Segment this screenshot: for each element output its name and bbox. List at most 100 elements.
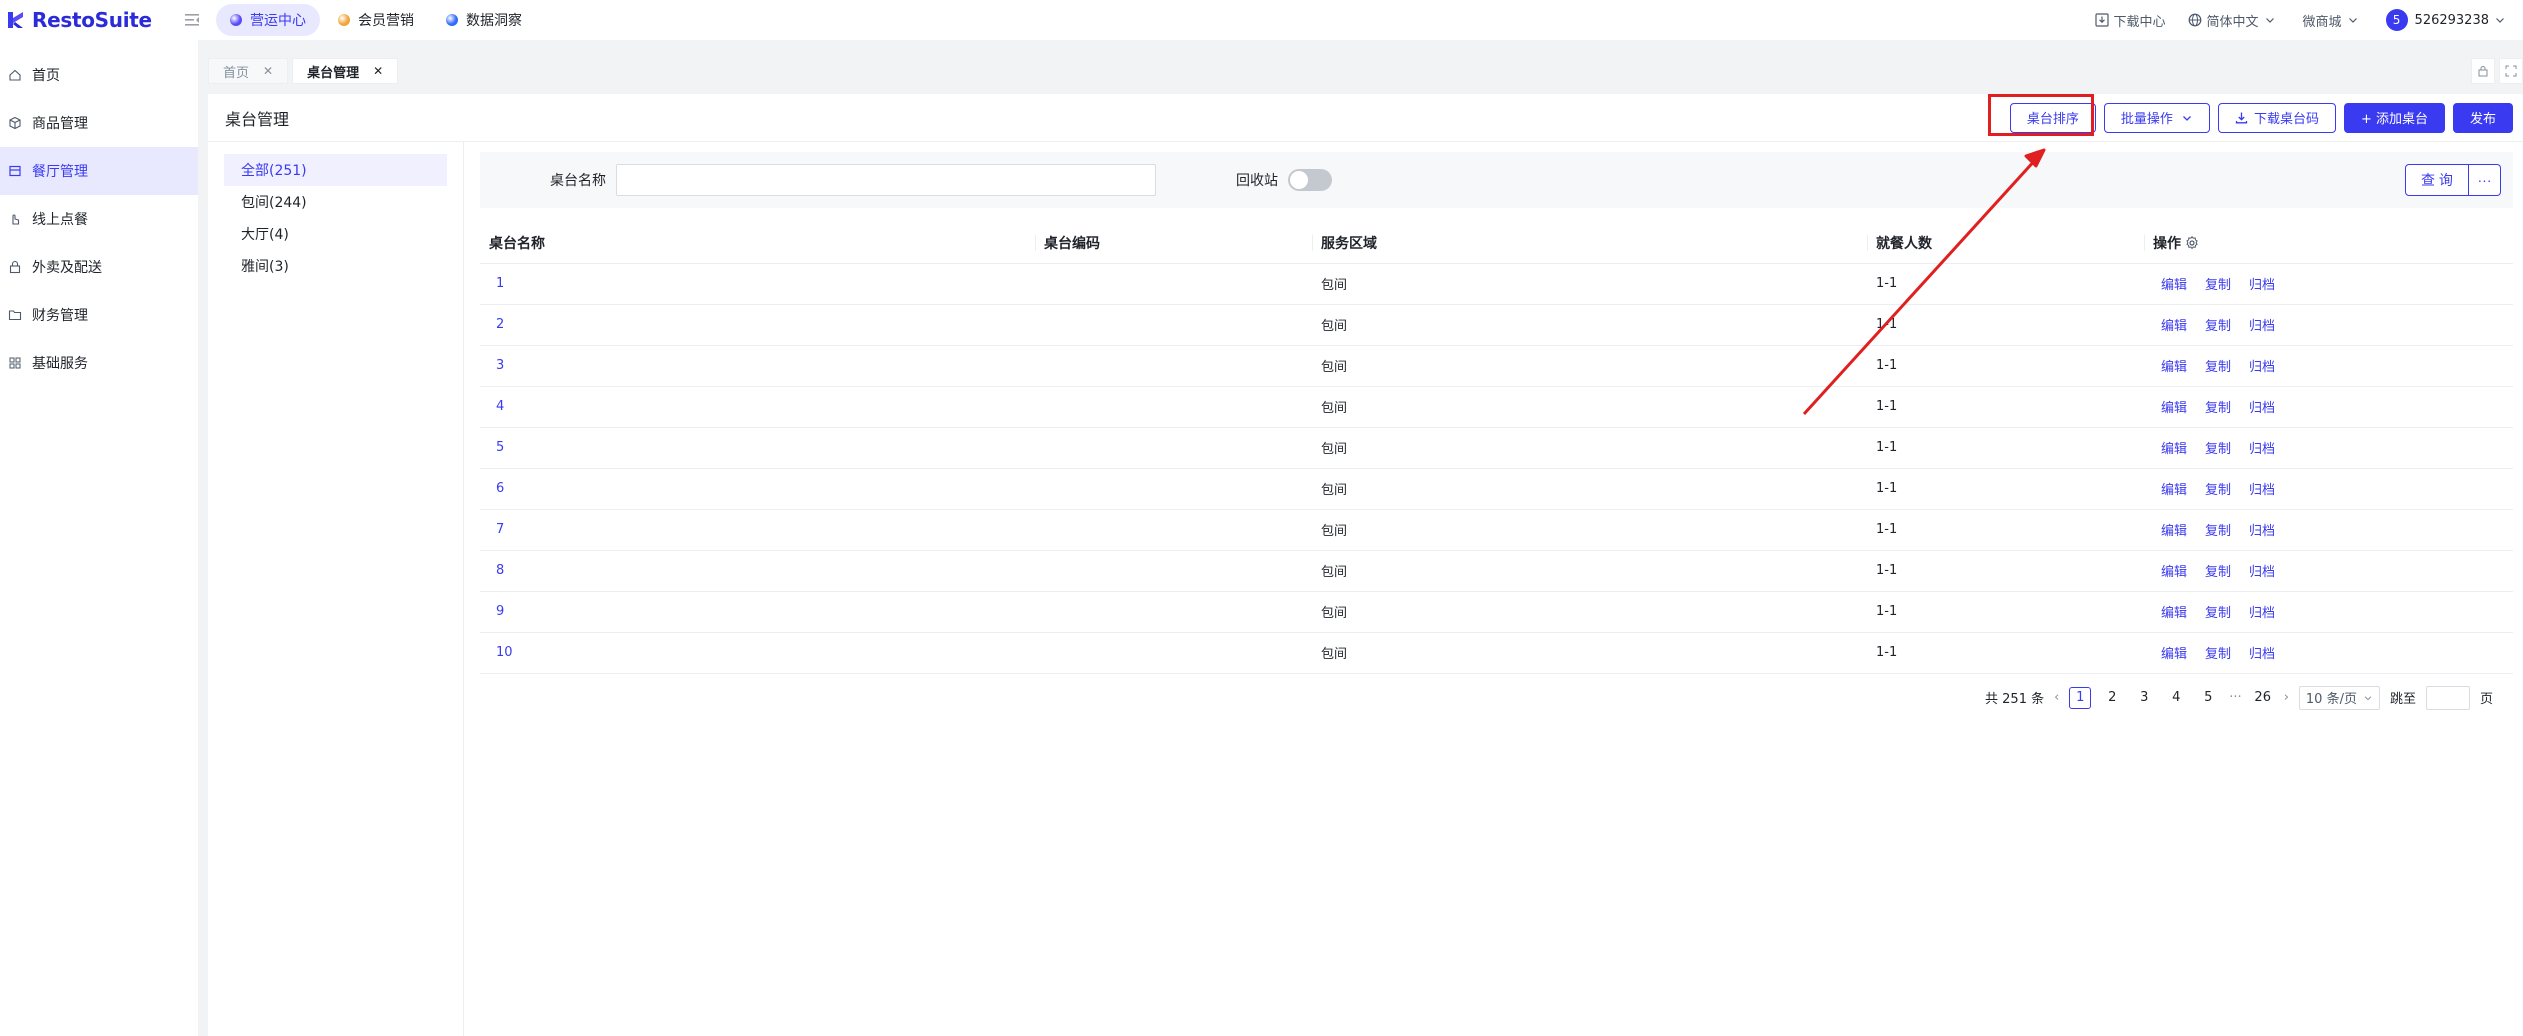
copy-link[interactable]: 复制 (2205, 565, 2231, 580)
table-row: 4 包间 1-1 编辑 复制 归档 (480, 386, 2513, 428)
add-table-button[interactable]: + 添加桌台 (2343, 102, 2445, 133)
table-body: 1 包间 1-1 编辑 复制 归档 2 包间 1-1 编辑 复制 归档 3 包间 1-1 编辑 复制 归档 4 包间 1… (480, 263, 2513, 674)
column-header-label: 桌台编码 (1044, 235, 1100, 252)
page-last[interactable]: 26 (2252, 687, 2274, 709)
sidebar-item-label: 基础服务 (32, 356, 88, 372)
copy-link[interactable]: 复制 (2205, 278, 2231, 293)
table-name-link[interactable]: 3 (480, 345, 1035, 387)
table-name-link[interactable]: 5 (480, 427, 1035, 469)
row-operations: 编辑 复制 归档 (2144, 468, 2513, 510)
language-select[interactable]: 简体中文 (2188, 11, 2281, 30)
edit-link[interactable]: 编辑 (2161, 401, 2187, 416)
edit-link[interactable]: 编辑 (2161, 442, 2187, 457)
table-name-link[interactable]: 2 (480, 304, 1035, 346)
sidebar-item-6[interactable]: 基础服务 (0, 339, 198, 387)
table-name-link[interactable]: 9 (480, 591, 1035, 633)
edit-link[interactable]: 编辑 (2161, 278, 2187, 293)
more-filter-button[interactable]: ··· (2469, 164, 2501, 196)
column-header-1: 桌台编码 (1035, 223, 1312, 264)
page-size-select[interactable]: 10 条/页 (2298, 685, 2380, 710)
archive-link[interactable]: 归档 (2249, 565, 2275, 580)
sidebar-item-1[interactable]: 商品管理 (0, 99, 198, 147)
archive-link[interactable]: 归档 (2249, 401, 2275, 416)
sidebar-item-0[interactable]: 首页 (0, 51, 198, 99)
archive-link[interactable]: 归档 (2249, 319, 2275, 334)
edit-link[interactable]: 编辑 (2161, 524, 2187, 539)
more-pages-ellipsis[interactable]: ··· (2229, 690, 2241, 705)
table-name-link[interactable]: 7 (480, 509, 1035, 551)
fullscreen-button[interactable] (2499, 58, 2523, 84)
collapse-menu-icon[interactable] (182, 10, 202, 30)
edit-link[interactable]: 编辑 (2161, 565, 2187, 580)
close-icon[interactable]: ✕ (263, 64, 273, 78)
copy-link[interactable]: 复制 (2205, 360, 2231, 375)
download-center-link[interactable]: 下载中心 (2094, 11, 2166, 30)
table-name-input[interactable] (616, 164, 1156, 196)
topnav-item-0[interactable]: 营运中心 (216, 4, 320, 36)
publish-button[interactable]: 发布 (2452, 102, 2513, 133)
sidebar-item-3[interactable]: 线上点餐 (0, 195, 198, 243)
category-item-3[interactable]: 雅间(3) (224, 250, 447, 282)
archive-link[interactable]: 归档 (2249, 278, 2275, 293)
batch-operation-button[interactable]: 批量操作 (2103, 102, 2210, 133)
tab-0[interactable]: 首页 ✕ (208, 58, 289, 84)
prev-page-icon[interactable]: ‹ (2054, 690, 2059, 705)
mall-select[interactable]: 微商城 (2303, 11, 2364, 30)
tab-1[interactable]: 桌台管理 ✕ (292, 58, 399, 84)
copy-link[interactable]: 复制 (2205, 319, 2231, 334)
table-name-link[interactable]: 10 (480, 632, 1035, 674)
category-item-1[interactable]: 包间(244) (224, 186, 447, 218)
lock-tabs-button[interactable] (2471, 58, 2495, 84)
copy-link[interactable]: 复制 (2205, 606, 2231, 621)
sidebar-item-4[interactable]: 外卖及配送 (0, 243, 198, 291)
archive-link[interactable]: 归档 (2249, 483, 2275, 498)
page-1[interactable]: 1 (2069, 686, 2092, 709)
table-row: 5 包间 1-1 编辑 复制 归档 (480, 427, 2513, 469)
next-page-icon[interactable]: › (2284, 690, 2289, 705)
logo[interactable]: RestoSuite (6, 8, 176, 32)
copy-link[interactable]: 复制 (2205, 442, 2231, 457)
close-icon[interactable]: ✕ (373, 64, 383, 78)
copy-link[interactable]: 复制 (2205, 401, 2231, 416)
toggle-knob (1290, 171, 1308, 189)
table-name-link[interactable]: 6 (480, 468, 1035, 510)
edit-link[interactable]: 编辑 (2161, 483, 2187, 498)
settings-icon[interactable] (2185, 235, 2199, 250)
archive-link[interactable]: 归档 (2249, 524, 2275, 539)
archive-link[interactable]: 归档 (2249, 647, 2275, 662)
copy-link[interactable]: 复制 (2205, 483, 2231, 498)
archive-link[interactable]: 归档 (2249, 360, 2275, 375)
table-cell: 包间 (1312, 427, 1867, 469)
page-3[interactable]: 3 (2133, 687, 2155, 709)
archive-link[interactable]: 归档 (2249, 442, 2275, 457)
table-name-link[interactable]: 8 (480, 550, 1035, 592)
category-item-0[interactable]: 全部(251) (224, 154, 447, 186)
user-menu[interactable]: 5 526293238 (2385, 9, 2511, 31)
copy-link[interactable]: 复制 (2205, 524, 2231, 539)
table-name-link[interactable]: 1 (480, 263, 1035, 305)
recycle-bin-toggle[interactable] (1288, 169, 1332, 191)
topnav-item-2[interactable]: 数据洞察 (432, 4, 536, 36)
archive-link[interactable]: 归档 (2249, 606, 2275, 621)
category-item-2[interactable]: 大厅(4) (224, 218, 447, 250)
download-qr-button[interactable]: 下载桌台码 (2217, 102, 2336, 133)
sidebar-item-5[interactable]: 财务管理 (0, 291, 198, 339)
page-4[interactable]: 4 (2165, 687, 2187, 709)
table-cell (1035, 591, 1312, 633)
sidebar-item-label: 餐厅管理 (32, 164, 88, 180)
table-name-link[interactable]: 4 (480, 386, 1035, 428)
row-operations: 编辑 复制 归档 (2144, 345, 2513, 387)
column-header-label: 桌台名称 (489, 235, 545, 252)
page-2[interactable]: 2 (2101, 687, 2123, 709)
table-cell: 包间 (1312, 509, 1867, 551)
query-button[interactable]: 查 询 (2405, 164, 2469, 196)
page-5[interactable]: 5 (2197, 687, 2219, 709)
copy-link[interactable]: 复制 (2205, 647, 2231, 662)
edit-link[interactable]: 编辑 (2161, 606, 2187, 621)
edit-link[interactable]: 编辑 (2161, 360, 2187, 375)
sidebar-item-2[interactable]: 餐厅管理 (0, 147, 198, 195)
jump-page-input[interactable] (2425, 685, 2470, 710)
edit-link[interactable]: 编辑 (2161, 319, 2187, 334)
edit-link[interactable]: 编辑 (2161, 647, 2187, 662)
topnav-item-1[interactable]: 会员营销 (324, 4, 428, 36)
